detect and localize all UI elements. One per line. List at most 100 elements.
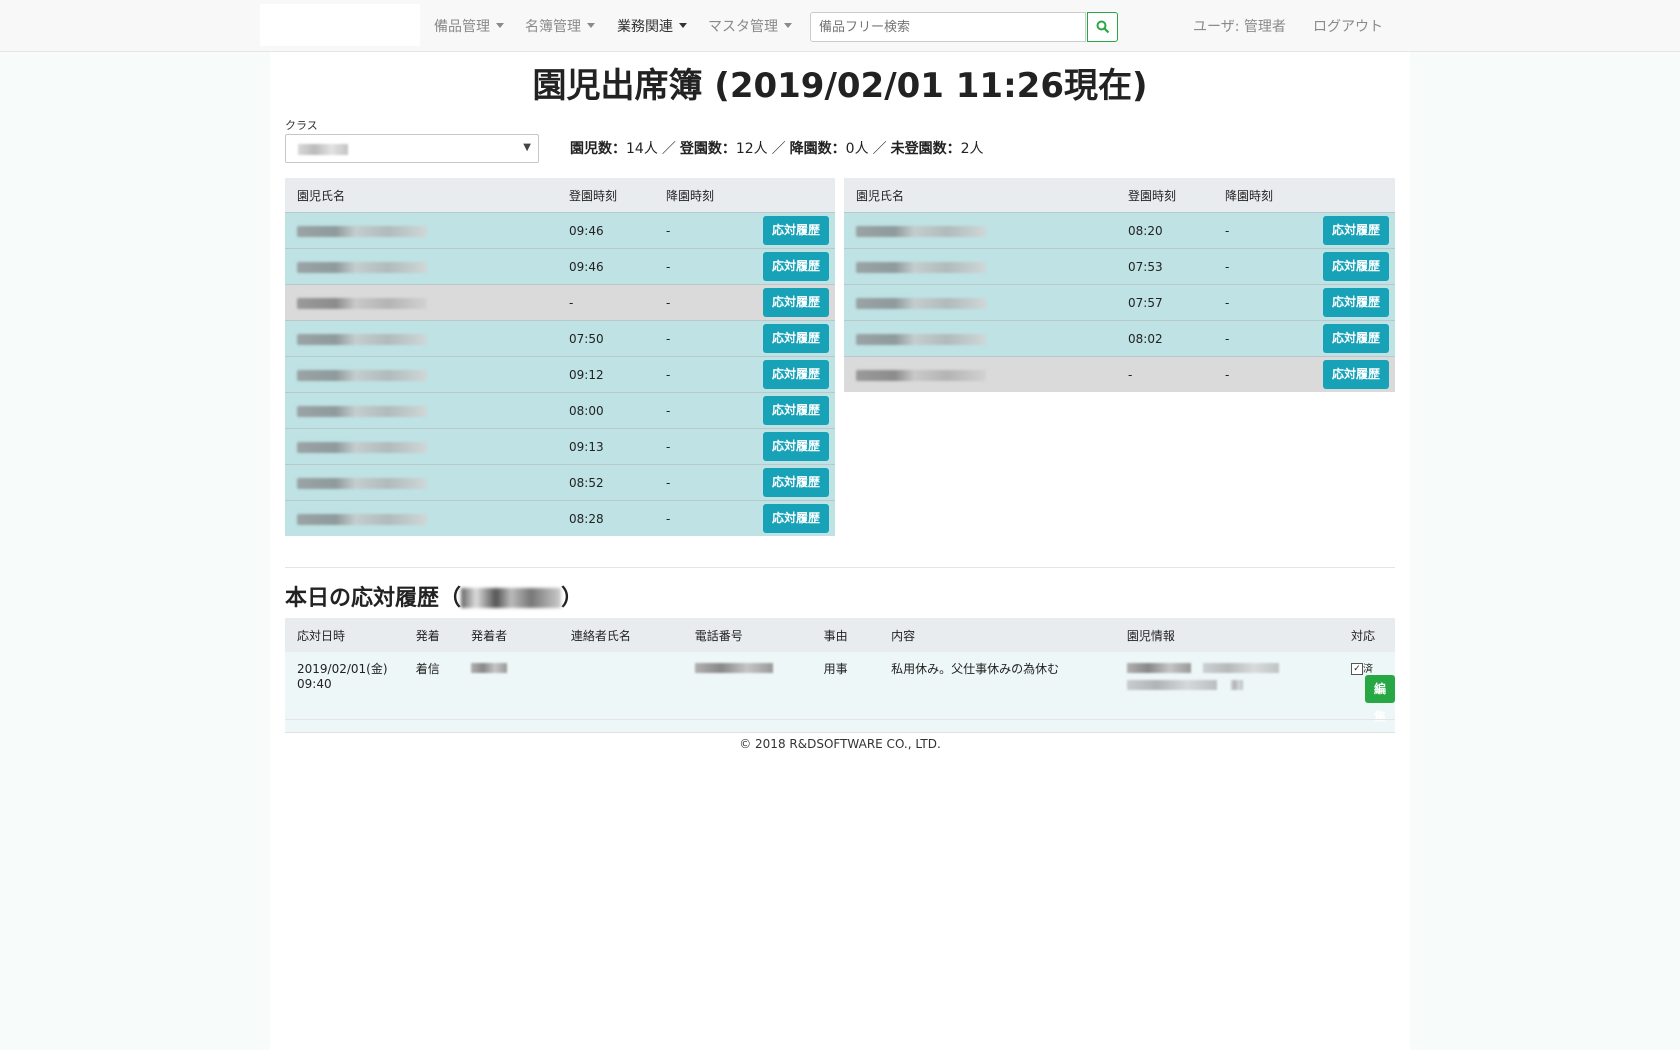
child-name xyxy=(285,248,557,285)
class-label: クラス xyxy=(285,119,318,132)
redacted-name xyxy=(297,369,427,381)
attendance-row: 08:02- 応対履歴 xyxy=(844,320,1395,357)
logout-link[interactable]: ログアウト xyxy=(1313,16,1383,36)
leave-time: - xyxy=(654,500,743,536)
search-icon xyxy=(1096,20,1110,34)
arrive-time: 08:28 xyxy=(557,500,654,536)
attendance-row: 09:46- 応対履歴 xyxy=(285,212,835,249)
brand-logo[interactable] xyxy=(260,4,420,46)
chevron-down-icon: ▼ xyxy=(523,142,531,153)
child-name xyxy=(844,284,1116,321)
col-arrive: 登園時刻 xyxy=(557,178,654,213)
history-action: ✓ 済 編集 xyxy=(1338,652,1395,733)
nav-item-operations[interactable]: 業務関連 xyxy=(617,16,687,36)
redacted-name xyxy=(297,513,427,525)
attendance-row: - - 応対履歴 xyxy=(285,284,835,321)
response-history-button[interactable]: 応対履歴 xyxy=(762,396,829,425)
class-select[interactable]: ▼ xyxy=(285,134,539,163)
done-checkbox[interactable]: ✓ xyxy=(1350,662,1363,675)
child-name xyxy=(285,284,557,321)
arrive-time: - xyxy=(1116,356,1213,392)
attendance-row: - - 応対履歴 xyxy=(844,356,1395,392)
response-history-button[interactable]: 応対履歴 xyxy=(762,360,829,389)
arrive-time: 08:52 xyxy=(557,464,654,501)
arrive-time: 09:13 xyxy=(557,428,654,465)
leave-time: - xyxy=(654,212,743,249)
child-name xyxy=(285,392,557,429)
child-name xyxy=(844,212,1116,249)
history-phone xyxy=(682,652,812,733)
response-history-button[interactable]: 応対履歴 xyxy=(1322,288,1389,317)
chevron-down-icon xyxy=(679,23,687,28)
child-name xyxy=(844,248,1116,285)
history-direction: 着信 xyxy=(403,652,460,733)
col-name: 園児氏名 xyxy=(285,178,557,213)
response-history-button[interactable]: 応対履歴 xyxy=(762,324,829,353)
arrive-time: 09:12 xyxy=(557,356,654,393)
response-history-button[interactable]: 応対履歴 xyxy=(1322,216,1389,245)
redacted-class-name xyxy=(461,588,562,608)
attendance-row: 08:20- 応対履歴 xyxy=(844,212,1395,249)
redacted-caller xyxy=(471,662,508,673)
nav-item-master[interactable]: マスタ管理 xyxy=(708,16,792,36)
leave-time: - xyxy=(1213,356,1303,392)
leave-time: - xyxy=(1213,320,1303,357)
chevron-down-icon xyxy=(496,23,504,28)
response-history-button[interactable]: 応対履歴 xyxy=(762,216,829,245)
attendance-table-left: 園児氏名 登園時刻 降園時刻 09:46- 応対履歴 09:46- 応対履歴 - - 応対履… xyxy=(285,178,835,536)
attendance-row: 09:46- 応対履歴 xyxy=(285,248,835,285)
arrive-time: - xyxy=(557,284,654,321)
response-history-button[interactable]: 応対履歴 xyxy=(762,252,829,281)
col-leave: 降園時刻 xyxy=(654,178,743,213)
leave-time: - xyxy=(1213,248,1303,285)
leave-time: - xyxy=(1213,284,1303,321)
search-button[interactable] xyxy=(1087,12,1118,42)
leave-time: - xyxy=(654,464,743,501)
response-history-button[interactable]: 応対履歴 xyxy=(762,504,829,533)
col-arrive: 登園時刻 xyxy=(1116,178,1213,213)
table-row: 2019/02/01(金) 09:40 着信 用事 私用休み。父仕事休みの為休む … xyxy=(285,652,1395,733)
leave-time: - xyxy=(1213,212,1303,249)
leave-time: - xyxy=(654,248,743,285)
child-name xyxy=(844,320,1116,357)
edit-button[interactable]: 編集 xyxy=(1364,675,1395,724)
response-history-button[interactable]: 応対履歴 xyxy=(1322,252,1389,281)
response-history-button[interactable]: 応対履歴 xyxy=(762,432,829,461)
redacted-name xyxy=(297,333,427,345)
attendance-table-right: 園児氏名 登園時刻 降園時刻 08:20- 応対履歴 07:53- 応対履歴 07:57… xyxy=(844,178,1395,392)
search-input[interactable] xyxy=(810,12,1086,42)
child-name xyxy=(285,320,557,357)
redacted-name xyxy=(297,261,427,273)
child-name xyxy=(285,500,557,536)
col-caller: 発着者 xyxy=(459,618,559,652)
redacted-name xyxy=(297,441,427,453)
main-container: 園児出席簿 (2019/02/01 11:26現在) クラス ▼ 園児数：14人… xyxy=(270,52,1410,1050)
attendance-row: 09:12- 応対履歴 xyxy=(285,356,835,393)
response-history-button[interactable]: 応対履歴 xyxy=(762,288,829,317)
col-content: 内容 xyxy=(879,618,1115,652)
attendance-row: 07:50- 応対履歴 xyxy=(285,320,835,357)
col-reason: 事由 xyxy=(811,618,880,652)
col-action: 対応 xyxy=(1338,618,1395,652)
nav-item-equipment[interactable]: 備品管理 xyxy=(434,16,504,36)
col-leave: 降園時刻 xyxy=(1213,178,1303,213)
arrive-time: 07:57 xyxy=(1116,284,1213,321)
leave-time: - xyxy=(654,428,743,465)
history-title: 本日の応対履歴（） xyxy=(285,586,584,611)
arrive-time: 09:46 xyxy=(557,212,654,249)
attendance-row: 08:00- 応対履歴 xyxy=(285,392,835,429)
attendance-row: 08:28- 応対履歴 xyxy=(285,500,835,536)
child-name xyxy=(285,428,557,465)
nav-item-roster[interactable]: 名簿管理 xyxy=(525,16,595,36)
response-history-button[interactable]: 応対履歴 xyxy=(762,468,829,497)
response-history-button[interactable]: 応対履歴 xyxy=(1322,324,1389,353)
col-direction: 発着 xyxy=(403,618,460,652)
arrive-time: 09:46 xyxy=(557,248,654,285)
history-child-info xyxy=(1114,652,1339,733)
attendance-row: 07:53- 応対履歴 xyxy=(844,248,1395,285)
history-content: 私用休み。父仕事休みの為休む xyxy=(879,652,1115,733)
col-phone: 電話番号 xyxy=(682,618,812,652)
response-history-button[interactable]: 応対履歴 xyxy=(1322,360,1389,389)
history-caller xyxy=(459,652,559,733)
col-contact: 連絡者氏名 xyxy=(558,618,683,652)
